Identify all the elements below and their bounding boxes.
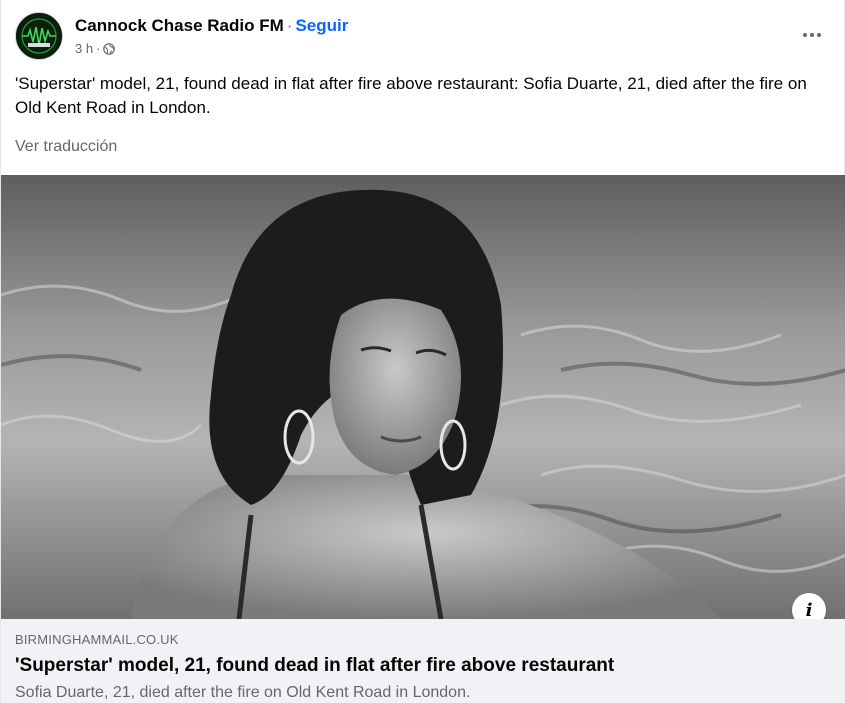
more-options-button[interactable] [794, 20, 830, 50]
page-avatar[interactable] [15, 12, 63, 60]
post-meta: 3 h · [75, 41, 116, 56]
page-name[interactable]: Cannock Chase Radio FM [75, 16, 284, 35]
info-icon: i [805, 599, 813, 620]
follow-button[interactable]: Seguir [295, 16, 348, 35]
more-dot [810, 33, 814, 37]
post-header: Cannock Chase Radio FM · Seguir 3 h · [15, 12, 830, 62]
facebook-post: Cannock Chase Radio FM · Seguir 3 h · 'Sup… [0, 0, 845, 703]
link-domain: BIRMINGHAMMAIL.CO.UK [15, 632, 179, 647]
translate-link[interactable]: Ver traducción [15, 138, 117, 156]
globe-icon [103, 42, 116, 55]
link-headline[interactable]: 'Superstar' model, 21, found dead in fla… [15, 655, 614, 677]
name-separator: · [286, 16, 293, 35]
meta-separator: · [96, 41, 101, 56]
page-name-line: Cannock Chase Radio FM · Seguir [75, 16, 348, 36]
more-dot [817, 33, 821, 37]
radio-logo-icon [17, 14, 61, 58]
post-time[interactable]: 3 h [75, 41, 93, 56]
link-preview[interactable]: BIRMINGHAMMAIL.CO.UK 'Superstar' model, … [1, 619, 845, 703]
photo-image [1, 175, 845, 619]
post-photo[interactable]: i [1, 175, 845, 619]
link-description: Sofia Duarte, 21, died after the fire on… [15, 684, 471, 701]
post-text: 'Superstar' model, 21, found dead in fla… [15, 74, 807, 117]
more-horizontal-icon [803, 33, 807, 37]
info-button[interactable]: i [792, 593, 826, 619]
